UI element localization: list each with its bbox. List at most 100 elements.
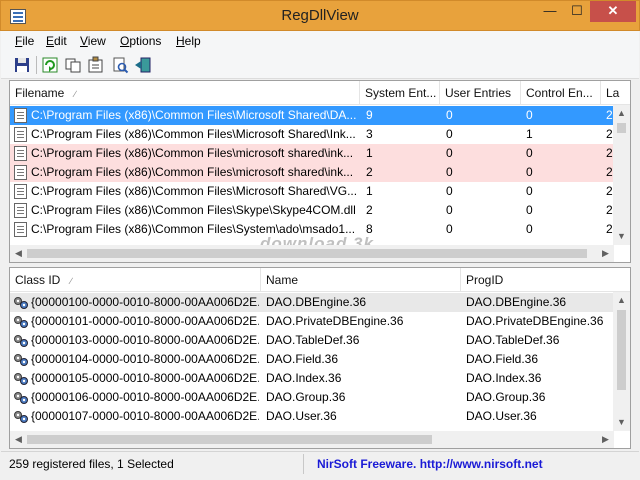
cell-filename: C:\Program Files (x86)\Common Files\Skyp… [31,203,356,217]
files-list-hscrollbar[interactable]: ◀ ▶ [10,245,614,262]
menu-bar: File Edit View Options Help [1,31,639,51]
cell-name: DAO.User.36 [266,409,337,423]
copy-icon[interactable] [63,55,83,75]
cell-class-id: {00000104-0000-0010-8000-00AA006D2E... [31,352,259,366]
vscroll-thumb[interactable] [617,310,626,390]
com-class-icon [13,334,29,348]
cell-user-entries: 0 [446,108,453,122]
menu-options[interactable]: Options [120,34,161,48]
nirsoft-link[interactable]: NirSoft Freeware. http://www.nirsoft.net [317,457,543,471]
column-header-control-entries[interactable]: Control En... [521,81,601,105]
properties-icon[interactable] [86,55,106,75]
column-header-user-entries[interactable]: User Entries [440,81,521,105]
cell-class-id: {00000106-0000-0010-8000-00AA006D2E... [31,390,259,404]
vscroll-thumb[interactable] [617,123,626,133]
com-class-icon [13,391,29,405]
cell-user-entries: 0 [446,165,453,179]
sort-ascending-icon: ∕ [70,276,72,286]
close-button[interactable]: ✕ [590,1,636,22]
exit-icon[interactable] [133,55,153,75]
scroll-right-icon[interactable]: ▶ [597,245,614,262]
scroll-up-icon[interactable]: ▲ [613,292,630,309]
file-row[interactable]: C:\Program Files (x86)\Common Files\Micr… [10,125,630,144]
maximize-button[interactable]: ☐ [564,1,590,22]
cell-system-entries: 2 [366,203,373,217]
cell-filename: C:\Program Files (x86)\Common Files\Micr… [31,184,358,198]
status-bar: 259 registered files, 1 Selected NirSoft… [1,451,639,475]
cell-filename: C:\Program Files (x86)\Common Files\micr… [31,165,354,179]
cell-user-entries: 0 [446,222,453,236]
scroll-left-icon[interactable]: ◀ [10,245,27,262]
title-bar: RegDllView — ☐ ✕ [0,0,640,31]
file-row[interactable]: C:\Program Files (x86)\Common Files\Micr… [10,106,630,125]
files-list-vscrollbar[interactable]: ▲ ▼ [613,105,630,245]
cell-user-entries: 0 [446,146,453,160]
class-row[interactable]: {00000101-0000-0010-8000-00AA006D2E... DA… [10,312,630,331]
cell-control-entries: 0 [526,146,533,160]
column-header-last[interactable]: La [601,81,630,105]
menu-view[interactable]: View [80,34,106,48]
classes-list[interactable]: Class ID ∕ Name ProgID {00000100-0000-001… [9,267,631,449]
scroll-right-icon[interactable]: ▶ [597,431,614,448]
cell-progid: DAO.User.36 [466,409,537,423]
cell-system-entries: 1 [366,146,373,160]
column-header-system-entries[interactable]: System Ent... [360,81,440,105]
column-header-name[interactable]: Name [261,268,461,292]
class-row[interactable]: {00000103-0000-0010-8000-00AA006D2E... DA… [10,331,630,350]
minimize-button[interactable]: — [537,1,563,22]
cell-class-id: {00000103-0000-0010-8000-00AA006D2E... [31,333,259,347]
class-row[interactable]: {00000105-0000-0010-8000-00AA006D2E... DA… [10,369,630,388]
scroll-up-icon[interactable]: ▲ [613,105,630,122]
scroll-left-icon[interactable]: ◀ [10,431,27,448]
cell-progid: DAO.Field.36 [466,352,539,366]
classes-list-vscrollbar[interactable]: ▲ ▼ [613,292,630,431]
com-class-icon [13,410,29,424]
cell-class-id: {00000100-0000-0010-8000-00AA006D2E... [31,295,259,309]
menu-file[interactable]: File [15,34,34,48]
file-row[interactable]: C:\Program Files (x86)\Common Files\Micr… [10,182,630,201]
status-text: 259 registered files, 1 Selected [9,457,174,471]
cell-control-entries: 0 [526,165,533,179]
save-icon[interactable] [12,55,32,75]
file-row[interactable]: C:\Program Files (x86)\Common Files\Skyp… [10,201,630,220]
class-row[interactable]: {00000100-0000-0010-8000-00AA006D2E... DA… [10,293,630,312]
toolbar-separator [36,56,37,74]
class-row[interactable]: {00000107-0000-0010-8000-00AA006D2E... DA… [10,407,630,426]
cell-filename: C:\Program Files (x86)\Common Files\Micr… [31,127,356,141]
cell-system-entries: 3 [366,127,373,141]
file-row[interactable]: C:\Program Files (x86)\Common Files\micr… [10,144,630,163]
cell-name: DAO.TableDef.36 [266,333,360,347]
cell-progid: DAO.Index.36 [466,371,542,385]
cell-control-entries: 0 [526,108,533,122]
cell-system-entries: 8 [366,222,373,236]
classes-list-hscrollbar[interactable]: ◀ ▶ [10,431,614,448]
column-header-class-id[interactable]: Class ID ∕ [10,268,261,292]
status-separator [303,454,304,474]
dll-file-icon [14,165,27,180]
dll-file-icon [14,146,27,161]
column-header-progid[interactable]: ProgID [461,268,630,292]
file-row[interactable]: C:\Program Files (x86)\Common Files\micr… [10,163,630,182]
cell-name: DAO.Field.36 [266,352,339,366]
files-list[interactable]: Filename ∕ System Ent... User Entries Con… [9,80,631,263]
com-class-icon [13,296,29,310]
hscroll-thumb[interactable] [27,249,587,258]
cell-class-id: {00000105-0000-0010-8000-00AA006D2E... [31,371,259,385]
files-list-header: Filename ∕ System Ent... User Entries Con… [10,81,630,105]
cell-user-entries: 0 [446,184,453,198]
class-row[interactable]: {00000106-0000-0010-8000-00AA006D2E... DA… [10,388,630,407]
refresh-icon[interactable] [40,55,60,75]
toolbar [1,51,639,79]
column-header-filename[interactable]: Filename ∕ [10,81,360,105]
dll-file-icon [14,203,27,218]
scroll-down-icon[interactable]: ▼ [613,414,630,431]
cell-user-entries: 0 [446,203,453,217]
cell-control-entries: 0 [526,222,533,236]
hscroll-thumb[interactable] [27,435,432,444]
class-row[interactable]: {00000104-0000-0010-8000-00AA006D2E... DA… [10,350,630,369]
menu-edit[interactable]: Edit [46,34,67,48]
scroll-down-icon[interactable]: ▼ [613,228,630,245]
find-icon[interactable] [110,55,130,75]
com-class-icon [13,372,29,386]
menu-help[interactable]: Help [176,34,201,48]
